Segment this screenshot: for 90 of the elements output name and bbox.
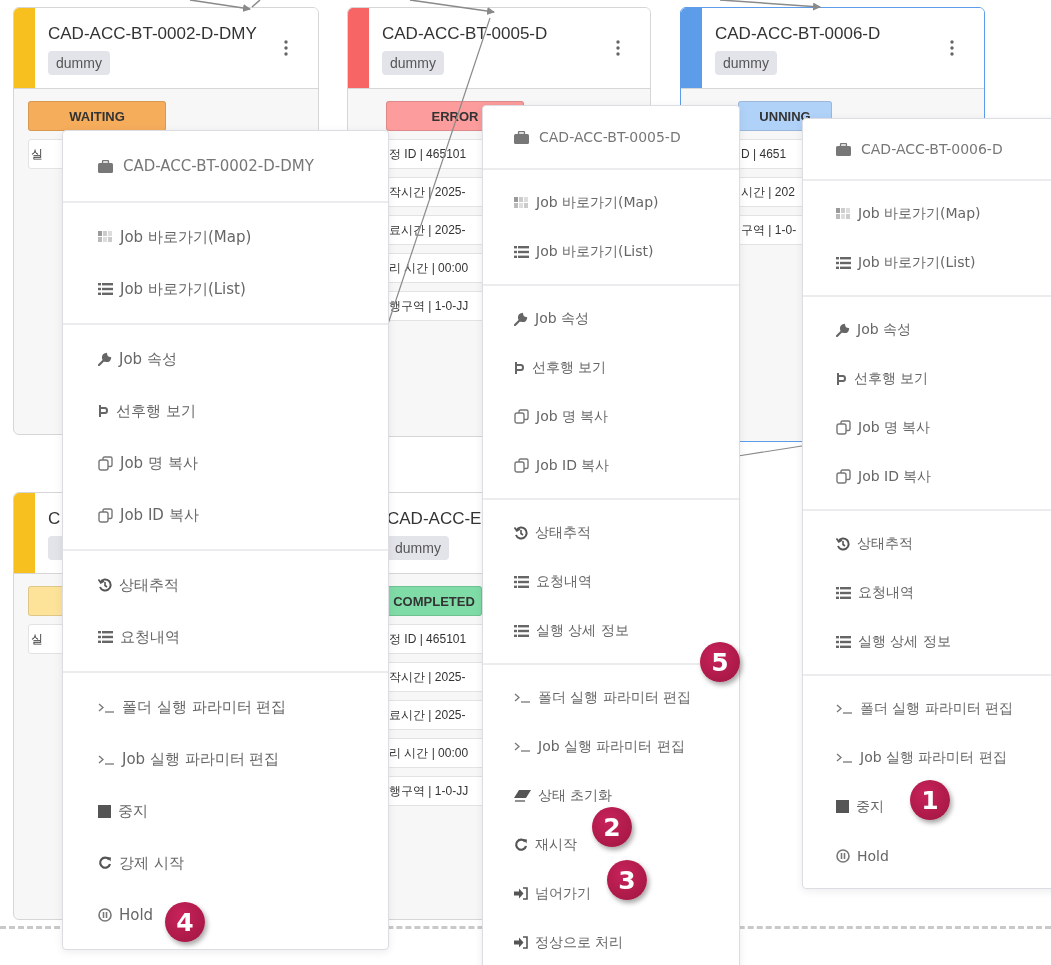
status-badge: WAITING — [28, 101, 166, 131]
job-title: CAD-ACC-BT-0002-D-DMY — [48, 23, 257, 45]
sign-in-icon — [514, 936, 528, 949]
list-icon — [514, 575, 529, 588]
menu-item[interactable]: 중지 — [63, 785, 148, 837]
wrench-icon — [514, 311, 528, 326]
tag-label: dummy — [382, 50, 444, 75]
menu-item[interactable]: 재시작 — [483, 820, 577, 869]
branch-icon — [514, 360, 525, 375]
copy-icon — [836, 420, 851, 435]
list-icon — [98, 283, 113, 295]
terminal-icon — [836, 703, 853, 714]
menu-item[interactable]: 선후행 보기 — [803, 354, 929, 403]
list-icon — [98, 631, 113, 643]
sign-in-icon — [514, 887, 528, 900]
pause-icon — [836, 848, 850, 863]
grid-icon — [98, 231, 113, 243]
menu-item[interactable]: 선후행 보기 — [63, 385, 196, 437]
menu-item[interactable]: Job 명 복사 — [483, 392, 609, 441]
list-icon — [836, 586, 851, 599]
status-badge: COMPLETED — [386, 586, 482, 616]
menu-item[interactable]: 선후행 보기 — [483, 343, 607, 392]
redo-icon — [98, 856, 112, 870]
list-icon — [514, 245, 529, 258]
copy-icon — [836, 469, 851, 484]
tag-label: dummy — [48, 50, 110, 75]
menu-item[interactable]: 요청내역 — [803, 568, 914, 617]
job-title: C — [48, 508, 61, 530]
copy-icon — [98, 455, 113, 471]
menu-item[interactable]: Hold — [63, 889, 154, 941]
more-icon[interactable] — [616, 40, 620, 56]
branch-icon — [836, 371, 847, 386]
menu-item[interactable]: 상태추적 — [483, 508, 591, 557]
eraser-icon — [514, 789, 531, 802]
menu-item[interactable]: 상태추적 — [803, 519, 913, 568]
job-title: CAD-ACC-BT-0006-D — [715, 23, 881, 45]
menu-item[interactable]: Job 속성 — [63, 333, 177, 385]
menu-item[interactable]: Job 명 복사 — [63, 437, 198, 489]
stop-icon — [98, 804, 111, 818]
menu-item[interactable]: 폴더 실행 파라미터 편집 — [803, 684, 1014, 733]
menu-item[interactable]: Job ID 복사 — [63, 489, 199, 541]
more-icon[interactable] — [950, 40, 954, 56]
menu-item[interactable]: 중지 — [803, 782, 884, 831]
menu-item[interactable]: Job 명 복사 — [803, 403, 931, 452]
redo-icon — [514, 837, 528, 852]
terminal-icon — [514, 692, 531, 703]
menu-item[interactable]: 정상으로 처리 — [483, 918, 624, 965]
stop-icon — [836, 800, 849, 813]
tag-label: dummy — [715, 50, 777, 75]
menu-item[interactable]: Job 속성 — [803, 305, 912, 354]
wrench-icon — [836, 322, 850, 337]
terminal-icon — [98, 701, 115, 713]
menu-item[interactable]: Job 바로가기(List) — [63, 263, 246, 315]
menu-item[interactable]: Job 바로가기(Map) — [63, 211, 252, 263]
menu-item[interactable]: 상태추적 — [63, 559, 179, 611]
menu-item[interactable]: Job ID 복사 — [483, 441, 610, 490]
briefcase-icon — [98, 159, 113, 173]
menu-item[interactable]: 실행 상세 정보 — [803, 617, 951, 666]
copy-icon — [514, 458, 529, 473]
menu-item[interactable]: Job 실행 파라미터 편집 — [63, 733, 280, 785]
menu-item[interactable]: 넘어가기 — [483, 869, 591, 918]
terminal-icon — [514, 741, 531, 752]
tag-label: dummy — [387, 535, 449, 560]
job-title: CAD-ACC-BT-0005-D — [382, 23, 548, 45]
terminal-icon — [836, 752, 853, 763]
connector-line — [737, 445, 803, 457]
list-icon — [836, 256, 851, 269]
menu-item[interactable]: 폴더 실행 파라미터 편집 — [63, 681, 287, 733]
branch-icon — [98, 404, 109, 418]
wrench-icon — [98, 352, 112, 366]
menu-item[interactable]: Job ID 복사 — [803, 452, 932, 501]
job-title: CAD-ACC-E — [387, 508, 482, 530]
pause-icon — [98, 908, 112, 922]
menu-item[interactable]: 강제 시작 — [63, 837, 184, 889]
list-icon — [514, 624, 529, 637]
more-icon[interactable] — [284, 40, 288, 56]
terminal-icon — [98, 753, 115, 765]
menu-item[interactable]: Hold — [803, 831, 889, 880]
history-icon — [836, 536, 850, 551]
briefcase-icon — [836, 142, 851, 156]
list-icon — [836, 635, 851, 648]
history-icon — [98, 578, 112, 592]
grid-icon — [836, 207, 851, 220]
grid-icon — [514, 196, 529, 209]
history-icon — [514, 525, 528, 540]
menu-item[interactable]: Job 실행 파라미터 편집 — [803, 733, 1007, 782]
briefcase-icon — [514, 130, 529, 144]
copy-icon — [514, 409, 529, 424]
copy-icon — [98, 507, 113, 523]
menu-item[interactable]: 요청내역 — [483, 557, 592, 606]
